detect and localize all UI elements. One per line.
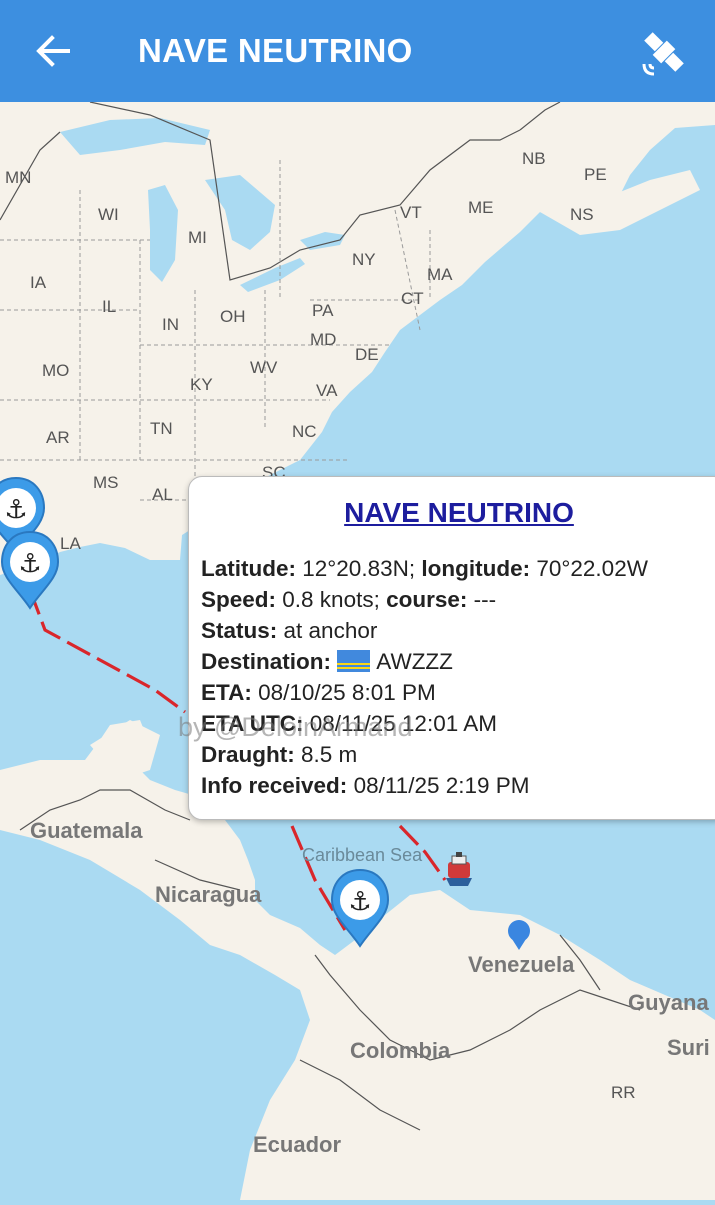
back-button[interactable] [28,26,78,76]
country-label-ecuador: Ecuador [253,1132,341,1157]
vessel-info-rows: Latitude: 12°20.83N; longitude: 70°22.02… [201,553,648,801]
country-label-guatemala: Guatemala [30,818,143,843]
eta-value: 08/10/25 8:01 PM [258,680,436,705]
map-label: RR [611,1083,636,1102]
map-label: DE [355,345,379,364]
eta-row: ETA: 08/10/25 8:01 PM [201,677,648,708]
app-bar: NAVE NEUTRINO [0,0,715,102]
map-label: MS [93,473,119,492]
map-label: PE [584,165,607,184]
country-label-colombia: Colombia [350,1038,451,1063]
sea-label: Caribbean Sea [302,845,423,865]
vessel-info-popup: NAVE NEUTRINO Latitude: 12°20.83N; longi… [188,476,715,820]
map-label: WI [98,205,119,224]
map-label: TN [150,419,173,438]
longitude-value: 70°22.02W [536,556,648,581]
eta-label: ETA: [201,680,252,705]
watermark-text: by @DeloinArmand [178,712,413,742]
map-label: PA [312,301,334,320]
status-value: at anchor [283,618,378,643]
course-label: course: [386,587,468,612]
longitude-label: longitude: [421,556,531,581]
svg-text:⚓: ⚓ [18,549,41,579]
satellite-button[interactable] [632,20,696,84]
map-label: AR [46,428,70,447]
aruba-flag-icon [337,650,371,672]
country-label-guyana: Guyana [628,990,709,1015]
arrow-left-icon [36,35,70,67]
country-label-suriname: Suri [667,1035,710,1060]
status-label: Status: [201,618,278,643]
draught-label: Draught: [201,742,295,767]
latitude-value: 12°20.83N; [302,556,416,581]
map-label: KY [190,375,213,394]
speed-label: Speed: [201,587,277,612]
country-label-venezuela: Venezuela [468,952,575,977]
map-label: MA [427,265,453,284]
map-label: CT [401,289,424,308]
satellite-icon [642,32,684,76]
info-received-value: 08/11/25 2:19 PM [353,773,530,798]
map-label: LA [60,534,81,553]
svg-text:⚓: ⚓ [4,495,27,525]
map-label: VT [400,203,422,222]
map-label: OH [220,307,246,326]
map-label: NS [570,205,594,224]
info-received-row: Info received: 08/11/25 2:19 PM [201,770,648,801]
map-label: NY [352,250,376,269]
map-label: WV [250,358,278,377]
destination-row: Destination: AWZZZ [201,646,648,677]
map-label: MD [310,330,336,349]
draught-value: 8.5 m [301,742,358,767]
speed-value: 0.8 knots; [282,587,380,612]
destination-label: Destination: [201,649,332,674]
svg-text:⚓: ⚓ [348,887,371,917]
info-received-label: Info received: [201,773,348,798]
map-label: NC [292,422,317,441]
course-value: --- [473,587,497,612]
speed-row: Speed: 0.8 knots; course: --- [201,584,648,615]
country-label-nicaragua: Nicaragua [155,882,262,907]
status-row: Status: at anchor [201,615,648,646]
map-label: MN [5,168,31,187]
map-label: NB [522,149,546,168]
destination-value: AWZZZ [376,649,453,674]
map-label: IA [30,273,47,292]
latitude-label: Latitude: [201,556,296,581]
map-label: IN [162,315,179,334]
map-label: MI [188,228,207,247]
map-label: IL [102,297,116,316]
draught-row: Draught: 8.5 m [201,739,648,770]
map-label: MO [42,361,69,380]
page-title: NAVE NEUTRINO [138,32,413,69]
latitude-row: Latitude: 12°20.83N; longitude: 70°22.02… [201,553,648,584]
map-label: ME [468,198,494,217]
map-label: VA [316,381,338,400]
popup-title-link[interactable]: NAVE NEUTRINO [189,497,715,529]
map-label: AL [152,485,173,504]
